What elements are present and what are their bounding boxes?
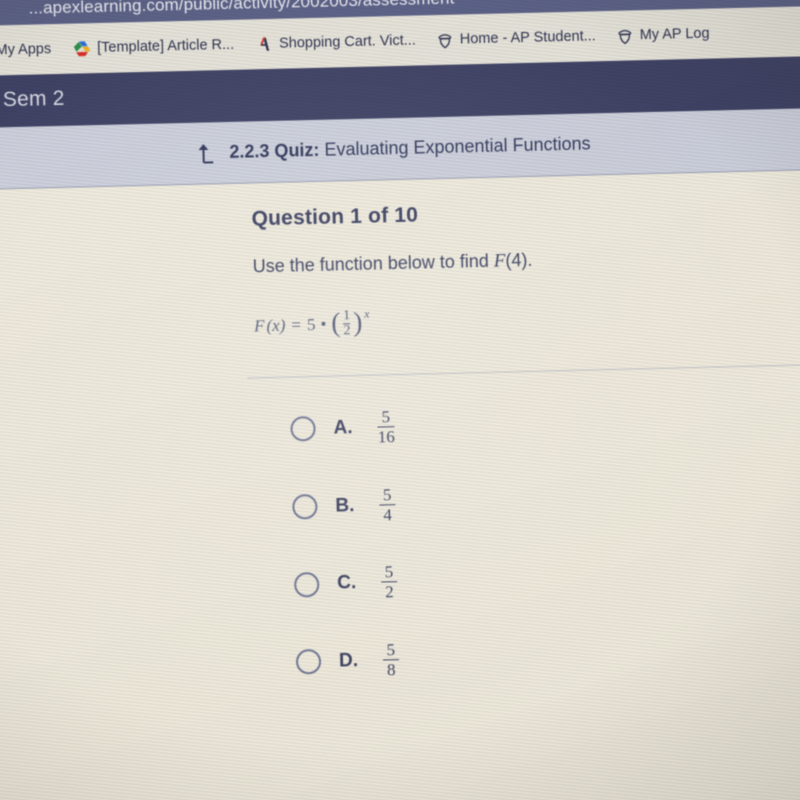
acorn-icon xyxy=(438,31,453,48)
content-divider xyxy=(247,363,800,379)
choice-value-c: 5 2 xyxy=(381,562,398,602)
bookmark-label: My Apps xyxy=(0,41,52,59)
quiz-title: 2.2.3 Quiz: Evaluating Exponential Funct… xyxy=(229,133,591,163)
bookmark-label: [Template] Article R... xyxy=(96,36,235,57)
screenshot-photo: ...apexlearning.com/public/activity/2002… xyxy=(0,0,800,800)
fraction-denominator: 2 xyxy=(343,323,351,339)
fraction-denominator: 4 xyxy=(379,503,396,524)
fraction-numerator: 5 xyxy=(381,407,391,427)
formula-open-paren: ( xyxy=(331,307,341,338)
radio-button-c[interactable] xyxy=(293,571,320,598)
quiz-name: Evaluating Exponential Functions xyxy=(324,133,591,160)
arrow-up-corner-icon[interactable] xyxy=(197,142,218,164)
bookmark-label: My AP Log xyxy=(639,25,710,44)
quiz-page-body: Question 1 of 10 Use the function below … xyxy=(0,169,800,800)
formula-exponent: x xyxy=(364,306,370,322)
formula-var: (x) xyxy=(266,315,286,335)
formula-fn: F xyxy=(253,315,265,336)
fraction-denominator: 2 xyxy=(381,581,398,602)
answer-choice-a[interactable]: A. 5 16 xyxy=(290,407,395,448)
answer-choices: A. 5 16 B. 5 4 C. 5 2 D. 5 8 xyxy=(290,407,401,681)
quiz-number: 2.2.3 xyxy=(229,141,270,162)
choice-value-d: 5 8 xyxy=(383,640,400,679)
quiz-type: Quiz: xyxy=(274,139,320,161)
question-prompt: Use the function below to find F(4). xyxy=(252,247,672,279)
bookmark-my-ap-log[interactable]: My AP Log xyxy=(618,25,710,44)
function-formula: F (x) = 5 • ( 1 2 ) x xyxy=(254,302,675,341)
question-counter: Question 1 of 10 xyxy=(251,203,419,231)
fraction-numerator: 5 xyxy=(384,562,394,582)
choice-letter-d: D. xyxy=(338,649,359,672)
google-drive-icon xyxy=(73,40,91,56)
formula-equals: = xyxy=(291,315,302,335)
answer-choice-c[interactable]: C. 5 2 xyxy=(293,562,399,603)
fraction-numerator: 1 xyxy=(343,308,351,324)
formula-dot: • xyxy=(320,314,327,334)
formula-coefficient: 5 xyxy=(306,314,316,334)
fraction-denominator: 16 xyxy=(377,425,395,447)
prompt-function-name: F xyxy=(493,250,506,272)
question-content: Question 1 of 10 Use the function below … xyxy=(251,198,674,341)
letter-a-icon xyxy=(256,36,272,52)
choice-value-a: 5 16 xyxy=(377,407,395,447)
formula-close-paren: ) xyxy=(353,307,363,338)
bookmark-label: Home - AP Student... xyxy=(459,28,596,48)
fraction-numerator: 5 xyxy=(386,640,396,660)
bookmark-shopping-cart[interactable]: Shopping Cart. Vict... xyxy=(256,33,416,53)
radio-button-d[interactable] xyxy=(295,649,322,675)
fraction-denominator: 8 xyxy=(383,659,400,679)
choice-letter-b: B. xyxy=(335,494,355,517)
answer-choice-b[interactable]: B. 5 4 xyxy=(292,484,397,526)
fraction-numerator: 5 xyxy=(382,484,392,505)
bookmark-ap-student-home[interactable]: Home - AP Student... xyxy=(438,28,596,49)
radio-button-b[interactable] xyxy=(292,494,318,520)
answer-choice-d[interactable]: D. 5 8 xyxy=(295,640,401,681)
bookmark-label: Shopping Cart. Vict... xyxy=(278,32,417,52)
bookmark-template-article[interactable]: [Template] Article R... xyxy=(73,37,234,57)
formula-base-fraction: 1 2 xyxy=(343,308,351,339)
bookmark-my-apps[interactable]: My Apps xyxy=(0,41,51,58)
choice-value-b: 5 4 xyxy=(379,484,396,524)
prompt-text-after: (4). xyxy=(505,249,533,271)
choice-letter-c: C. xyxy=(336,572,357,594)
radio-button-a[interactable] xyxy=(290,416,316,442)
choice-letter-a: A. xyxy=(333,416,353,439)
acorn-icon xyxy=(618,27,633,44)
course-title: III Sem 2 xyxy=(0,86,65,112)
prompt-text-before: Use the function below to find xyxy=(252,250,495,277)
